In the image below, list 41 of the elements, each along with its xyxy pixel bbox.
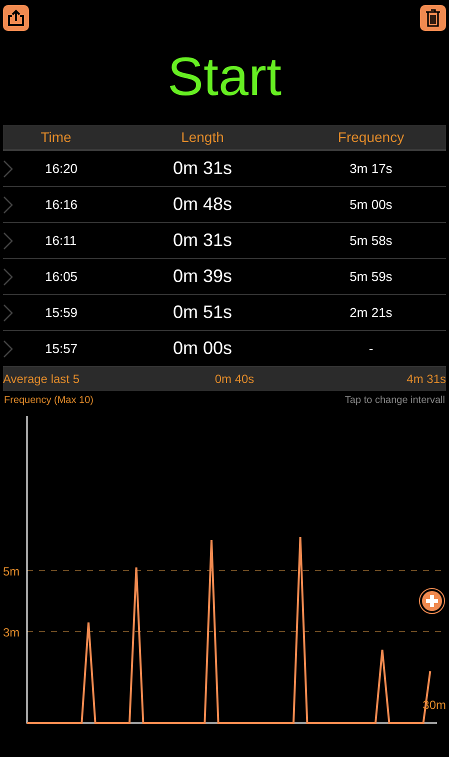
chevron-icon [3, 304, 13, 322]
chevron-icon [3, 232, 13, 250]
time-cell-text: 16:11 [44, 233, 78, 248]
y-tick-label: 5m [3, 564, 20, 578]
zoom-in-button[interactable] [419, 588, 445, 614]
chevron-icon [3, 160, 13, 178]
average-frequency: 4m 31s [406, 372, 446, 386]
y-tick-label: 3m [3, 626, 20, 640]
column-header: Time [40, 129, 72, 145]
frequency-cell-text: 5m 58s [348, 233, 394, 248]
time-cell-text: 16:16 [44, 197, 79, 212]
chevron-icon [3, 268, 13, 286]
share-button[interactable] [3, 5, 29, 31]
plus-icon [422, 591, 442, 611]
trash-icon [425, 8, 441, 28]
start-button[interactable]: Start [0, 41, 449, 125]
length-cell-text: 0m 31s [172, 230, 234, 251]
average-label: Average last 5 [3, 372, 80, 386]
length-cell-text: 0m 51s [172, 302, 234, 323]
chevron-icon [3, 196, 13, 214]
interval-hint[interactable]: Tap to change intervall [344, 395, 445, 413]
time-cell-text: 15:59 [44, 305, 79, 320]
chevron-icon [3, 340, 13, 358]
delete-button[interactable] [420, 5, 446, 31]
share-icon [7, 9, 25, 27]
frequency-cell-text: 3m 17s [348, 161, 394, 176]
time-cell-text: 16:20 [44, 161, 79, 176]
time-cell-text: 16:05 [44, 269, 79, 284]
frequency-cell-text: - [368, 341, 374, 356]
column-header: Length [180, 129, 225, 145]
average-length: 0m 40s [214, 372, 256, 386]
chart-label: Frequency (Max 10) [4, 395, 94, 408]
frequency-cell-text: 5m 00s [348, 197, 394, 212]
length-cell-text: 0m 39s [172, 266, 234, 287]
length-cell-text: 0m 48s [172, 194, 234, 215]
frequency-cell-text: 5m 59s [348, 269, 394, 284]
time-cell-text: 15:57 [44, 341, 79, 356]
length-cell-text: 0m 31s [172, 158, 234, 179]
length-cell-text: 0m 00s [172, 338, 234, 359]
frequency-cell-text: 2m 21s [348, 305, 394, 320]
column-header: Frequency [336, 129, 406, 145]
